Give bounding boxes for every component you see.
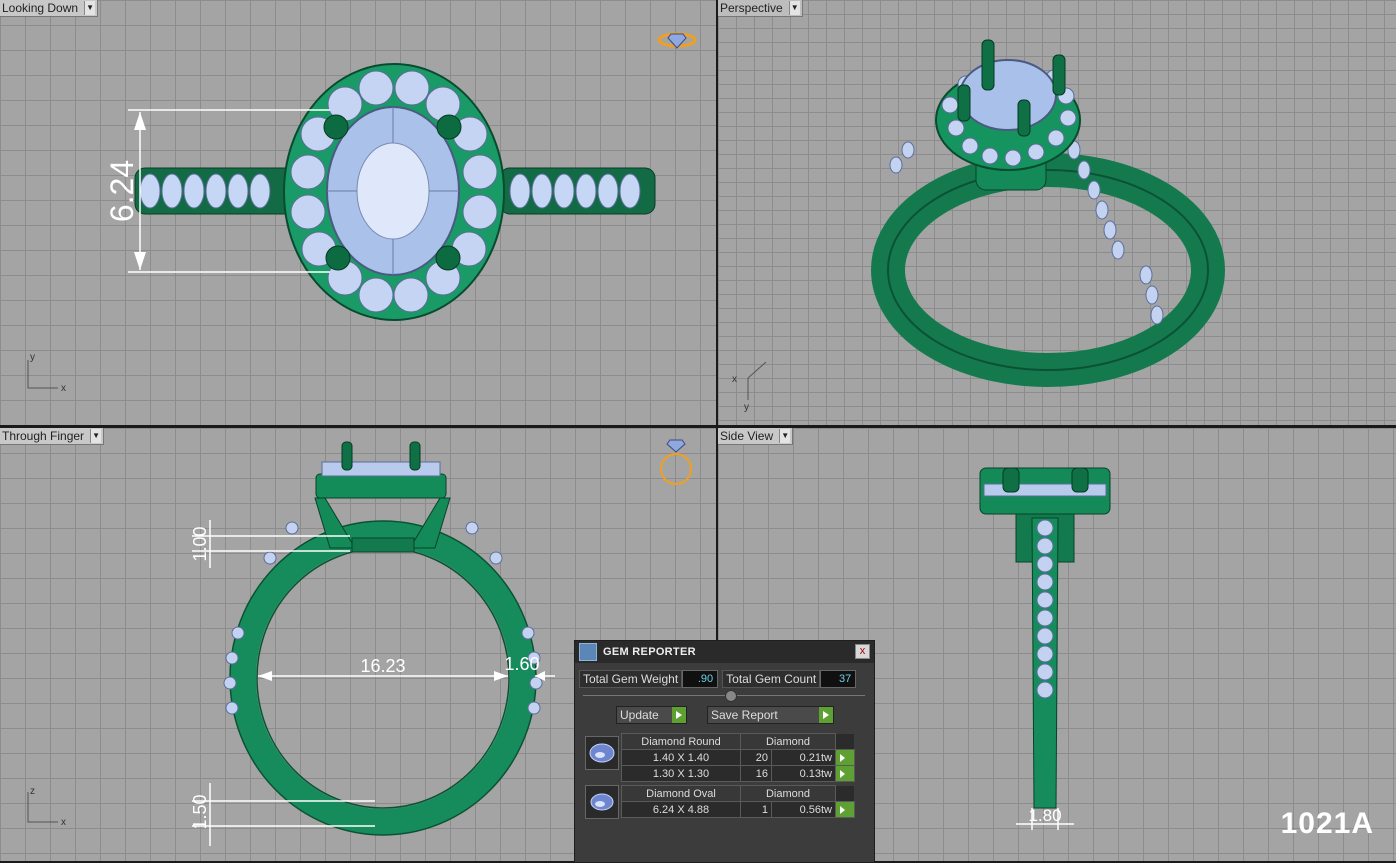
dim-base-thickness: 1.50 [190,794,210,829]
go-arrow-icon[interactable] [835,749,855,766]
axis-z-label: z [30,786,35,797]
gem-material: Diamond [740,785,836,802]
ring-perspective-render: x y [732,39,1225,413]
gem-shape: Diamond Oval [621,785,741,802]
model-code: 1021A [1280,807,1374,840]
axis-x-label: x [61,383,66,394]
axis-y-label: y [30,352,35,363]
gem-size: 6.24 X 4.88 [621,801,741,818]
viewport-perspective[interactable]: x y Perspective ▼ [718,0,1396,425]
viewport-title-perspective[interactable]: Perspective ▼ [718,0,803,17]
save-report-button-label: Save Report [711,708,778,722]
gem-oval-icon [585,785,619,819]
dim-gap: 1.00 [190,526,210,561]
update-button-label: Update [620,708,659,722]
dropdown-arrow-icon[interactable]: ▼ [84,1,96,15]
gem-weight: 0.21tw [771,749,836,766]
dropdown-arrow-icon[interactable]: ▼ [90,429,102,443]
ring-top-render: 6.24 y x [27,32,697,394]
axis-y-label: y [744,402,749,413]
gem-reporter-icon [579,643,597,661]
total-gem-count-value: 37 [820,670,857,688]
viewport-title-text: Side View [720,429,774,443]
gem-weight: 0.56tw [771,801,836,818]
dim-shank-width: 1.80 [1028,806,1061,825]
spacer [835,733,854,750]
gem-count: 16 [740,765,772,782]
collapse-handle[interactable] [583,690,865,702]
viewport-title-side-view[interactable]: Side View ▼ [718,428,794,445]
gem-size: 1.30 X 1.30 [621,765,741,782]
gem-shape: Diamond Round [621,733,741,750]
gem-weight: 0.13tw [771,765,836,782]
gem-material: Diamond [740,733,836,750]
gem-reporter-title: GEM REPORTER [603,646,696,658]
gem-group-round: Diamond Round Diamond 1.40 X 1.40 20 0.2… [621,733,855,782]
dropdown-arrow-icon[interactable]: ▼ [788,1,800,15]
gem-round-icon [585,736,619,770]
go-arrow-icon[interactable] [672,707,686,723]
table-row: 1.40 X 1.40 20 0.21tw [621,749,855,766]
dim-stone-length: 6.24 [104,160,140,222]
viewport-title-text: Looking Down [2,1,79,15]
ring-icon[interactable] [657,32,697,49]
gem-reporter-panel: GEM REPORTER x Total Gem Weight .90 Tota… [574,640,875,863]
viewport-title-text: Perspective [720,1,783,15]
viewport-title-text: Through Finger [2,429,85,443]
table-row: 1.30 X 1.30 16 0.13tw [621,765,855,782]
dropdown-arrow-icon[interactable]: ▼ [779,429,791,443]
spacer [835,785,854,802]
ring-icon[interactable] [660,439,692,485]
viewport-title-through-finger[interactable]: Through Finger ▼ [0,428,105,445]
total-gem-weight-label: Total Gem Weight [579,670,683,688]
update-button[interactable]: Update [616,706,687,724]
close-icon[interactable]: x [855,644,870,659]
total-gem-weight-value: .90 [682,670,719,688]
gem-count: 20 [740,749,772,766]
go-arrow-icon[interactable] [835,765,855,782]
gem-group-oval: Diamond Oval Diamond 6.24 X 4.88 1 0.56t… [621,785,855,818]
table-row: 6.24 X 4.88 1 0.56tw [621,801,855,818]
axis-x-label: x [732,374,737,385]
gem-count: 1 [740,801,772,818]
chevron-up-icon[interactable] [725,690,737,702]
gem-size: 1.40 X 1.40 [621,749,741,766]
save-report-button[interactable]: Save Report [707,706,834,724]
axis-x-label: x [61,817,66,828]
go-arrow-icon[interactable] [819,707,833,723]
gem-totals-row: Total Gem Weight .90 Total Gem Count 37 [579,670,857,688]
gem-reporter-titlebar[interactable]: GEM REPORTER x [575,641,874,663]
total-gem-count-label: Total Gem Count [722,670,821,688]
dim-inner-diameter: 16.23 [360,656,405,676]
viewport-title-looking-down[interactable]: Looking Down ▼ [0,0,99,17]
go-arrow-icon[interactable] [835,801,855,818]
viewport-looking-down[interactable]: 6.24 y x Looking Down ▼ [0,0,716,425]
dim-band-width: 1.60 [504,654,539,674]
